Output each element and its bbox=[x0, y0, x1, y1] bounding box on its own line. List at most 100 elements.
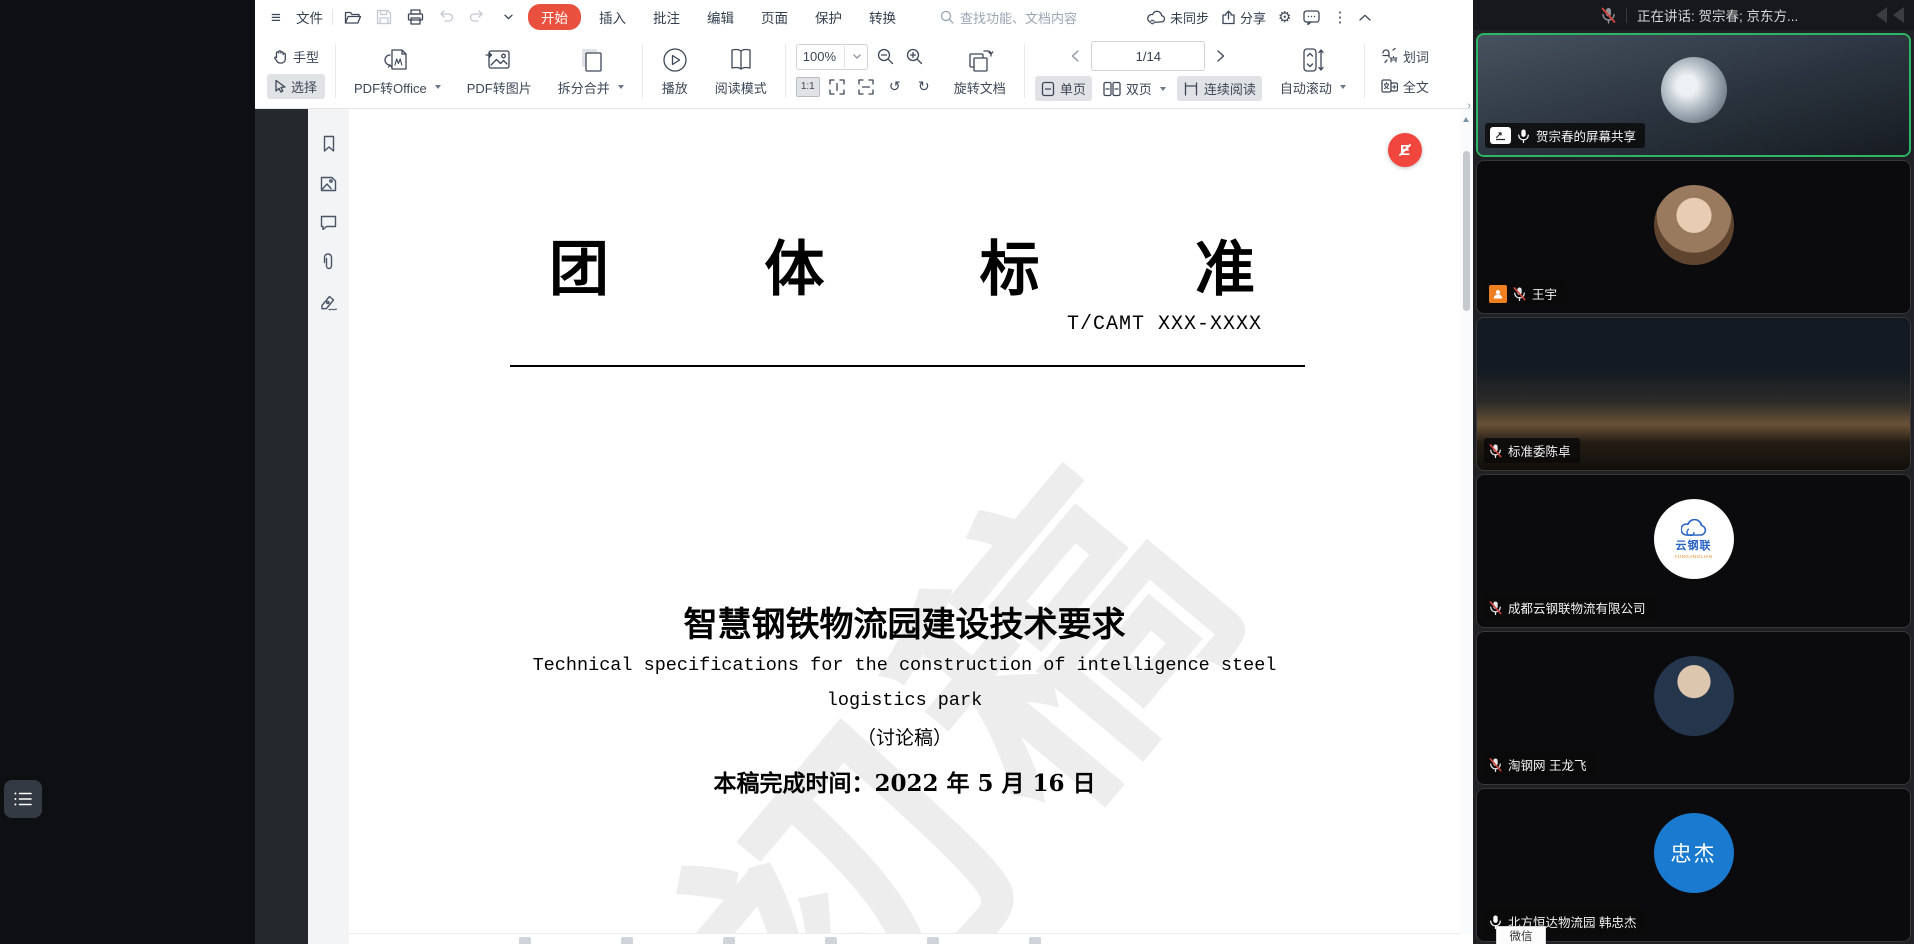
document-title: 智慧钢铁物流园建设技术要求 bbox=[349, 597, 1460, 646]
single-page-button[interactable]: 单页 bbox=[1035, 76, 1092, 101]
arrow-left-icon bbox=[1876, 7, 1887, 23]
zoom-level-combobox[interactable]: 100% bbox=[796, 44, 868, 70]
select-tool-label: 选择 bbox=[291, 77, 317, 96]
continuous-reading-button[interactable]: 连续阅读 bbox=[1177, 76, 1262, 101]
fit-page-button[interactable] bbox=[825, 75, 849, 99]
wechat-taskbar-peek[interactable]: 微信 bbox=[1496, 926, 1546, 944]
more-options-icon[interactable]: ⋮ bbox=[1332, 10, 1347, 25]
muted-mic-icon[interactable] bbox=[1601, 7, 1616, 24]
wps-pdf-window: ≡ 文件 开始 插入 批注 编辑 页面 保护 转换 查找功能、文档内容 bbox=[255, 0, 1473, 944]
search-icon bbox=[940, 10, 954, 24]
open-folder-icon[interactable] bbox=[342, 6, 364, 28]
participant-name: 贺宗春的屏幕共享 bbox=[1536, 126, 1636, 145]
image-icon[interactable] bbox=[320, 176, 337, 192]
hamburger-menu-icon[interactable]: ≡ bbox=[265, 6, 287, 28]
actual-size-label: 1:1 bbox=[801, 81, 815, 92]
chat-bubble-icon[interactable] bbox=[1303, 10, 1320, 25]
contents-list-button[interactable] bbox=[4, 780, 42, 818]
settings-gear-icon[interactable]: ⚙ bbox=[1278, 10, 1291, 25]
split-merge-button[interactable]: 拆分合并 bbox=[550, 44, 632, 99]
page-indicator-input[interactable] bbox=[1091, 41, 1205, 71]
tab-insert[interactable]: 插入 bbox=[590, 4, 635, 30]
rotate-document-icon bbox=[965, 46, 995, 74]
tab-home[interactable]: 开始 bbox=[528, 4, 581, 30]
word-translate-button[interactable]: 划词 bbox=[1375, 44, 1435, 69]
toolbar-options-chevron-icon[interactable] bbox=[497, 6, 519, 28]
participant-label: 成都云钢联物流有限公司 bbox=[1484, 595, 1655, 620]
comment-icon[interactable] bbox=[320, 215, 337, 230]
divider bbox=[332, 9, 333, 25]
play-button[interactable]: 播放 bbox=[653, 44, 697, 99]
scroll-up-arrow[interactable] bbox=[1463, 117, 1469, 122]
ribbon-expander-chevron[interactable]: › bbox=[1467, 100, 1471, 109]
tab-comment[interactable]: 批注 bbox=[644, 4, 689, 30]
auto-scroll-icon bbox=[1300, 46, 1326, 74]
rotate-left-button[interactable]: ↺ bbox=[883, 75, 907, 99]
tab-protect[interactable]: 保护 bbox=[806, 4, 851, 30]
actual-size-button[interactable]: 1:1 bbox=[796, 77, 820, 97]
cursor-icon bbox=[273, 79, 286, 94]
divider bbox=[1626, 8, 1627, 23]
arrow-left-icon bbox=[1893, 7, 1904, 23]
edit-floating-button[interactable]: E bbox=[1388, 133, 1422, 167]
sync-status-button[interactable]: 未同步 bbox=[1147, 8, 1209, 27]
bookmark-icon[interactable] bbox=[321, 135, 337, 153]
doc-type-char: 体 bbox=[764, 221, 824, 308]
document-type-heading: 团 体 标 准 bbox=[549, 221, 1255, 308]
hand-tool-button[interactable]: 手型 bbox=[267, 44, 325, 69]
participant-tile[interactable]: 标准委陈卓 bbox=[1476, 317, 1911, 471]
next-page-button[interactable] bbox=[1210, 43, 1232, 69]
participant-tile[interactable]: 淘钢网 王龙飞 bbox=[1476, 631, 1911, 785]
pdf-to-office-button[interactable]: PDF转Office bbox=[346, 44, 449, 99]
split-merge-label: 拆分合并 bbox=[558, 78, 610, 97]
vertical-scrollbar[interactable] bbox=[1460, 109, 1473, 934]
print-icon[interactable] bbox=[404, 6, 426, 28]
tab-edit[interactable]: 编辑 bbox=[698, 4, 743, 30]
pdf-to-image-icon bbox=[484, 46, 514, 74]
participant-tile[interactable]: 王宇 bbox=[1476, 160, 1911, 314]
document-subtitle-en-line1: Technical specifications for the constru… bbox=[349, 655, 1460, 676]
rotate-right-button[interactable]: ↻ bbox=[912, 75, 936, 99]
participant-tile-screen-share[interactable]: 贺宗春的屏幕共享 bbox=[1476, 33, 1911, 157]
ribbon-separator bbox=[785, 44, 786, 98]
full-translate-button[interactable]: 全文 bbox=[1375, 74, 1435, 99]
save-icon[interactable] bbox=[373, 6, 395, 28]
word-translate-label: 划词 bbox=[1403, 47, 1429, 66]
dropdown-caret-icon bbox=[1340, 85, 1346, 89]
ribbon-separator bbox=[1024, 44, 1025, 98]
attachment-icon[interactable] bbox=[321, 253, 336, 271]
read-mode-button[interactable]: 阅读模式 bbox=[707, 44, 775, 99]
participant-tile[interactable]: 云钢联 YUNGANGLIAN 成都云钢联物流有限公司 bbox=[1476, 474, 1911, 628]
file-menu[interactable]: 文件 bbox=[296, 7, 323, 27]
double-page-button[interactable]: 双页 bbox=[1097, 76, 1172, 101]
select-tool-button[interactable]: 选择 bbox=[267, 74, 325, 99]
word-translate-icon bbox=[1381, 48, 1398, 64]
redo-icon[interactable] bbox=[466, 6, 488, 28]
fit-width-button[interactable] bbox=[854, 75, 878, 99]
share-button[interactable]: 分享 bbox=[1221, 8, 1266, 27]
doc-type-char: 标 bbox=[980, 221, 1040, 308]
participant-name: 王宇 bbox=[1532, 284, 1557, 303]
zoom-level-value: 100% bbox=[803, 49, 836, 64]
search-box[interactable]: 查找功能、文档内容 bbox=[940, 8, 1130, 27]
auto-scroll-label: 自动滚动 bbox=[1280, 78, 1332, 97]
pdf-to-image-label: PDF转图片 bbox=[467, 78, 532, 97]
undo-icon[interactable] bbox=[435, 6, 457, 28]
auto-scroll-button[interactable]: 自动滚动 bbox=[1272, 44, 1354, 99]
collapse-ribbon-icon[interactable] bbox=[1359, 14, 1371, 21]
zoom-out-button[interactable] bbox=[873, 45, 897, 69]
rotate-document-button[interactable]: 旋转文档 bbox=[946, 44, 1014, 99]
tab-page[interactable]: 页面 bbox=[752, 4, 797, 30]
panel-nav-arrows[interactable] bbox=[1876, 7, 1904, 23]
participant-tile[interactable]: 忠杰 北方恒达物流园 韩忠杰 bbox=[1476, 788, 1911, 942]
signature-pen-icon[interactable] bbox=[320, 294, 338, 311]
tab-convert[interactable]: 转换 bbox=[860, 4, 905, 30]
pdf-to-image-button[interactable]: PDF转图片 bbox=[459, 44, 540, 99]
document-page[interactable]: 初稿 团 体 标 准 T/CAMT XXX-XXXX 智慧钢铁物流园建设技术要求… bbox=[349, 109, 1460, 934]
speaking-status: 正在讲话: 贺宗春; 京东方... bbox=[1637, 5, 1798, 25]
zoom-in-button[interactable] bbox=[902, 45, 926, 69]
scrollbar-thumb[interactable] bbox=[1463, 151, 1470, 311]
status-bar-icon bbox=[825, 937, 837, 944]
share-label: 分享 bbox=[1240, 8, 1266, 27]
previous-page-button[interactable] bbox=[1064, 43, 1086, 69]
